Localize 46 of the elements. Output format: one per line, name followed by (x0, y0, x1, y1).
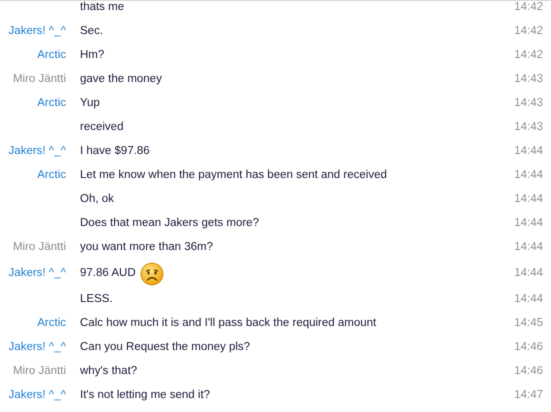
message-text: Can you Request the money pls? (80, 340, 250, 356)
message-text: Yup (80, 96, 100, 112)
sender-name: Miro Jäntti (12, 240, 66, 256)
message-text: It's not letting me send it? (80, 388, 210, 404)
message-time: 14:47 (513, 388, 543, 404)
sender-name: Jakers! ^_^ (8, 388, 66, 404)
sender-name: Miro Jäntti (12, 72, 66, 88)
message-text: Calc how much it is and I'll pass back the required amount (80, 316, 376, 332)
sender-name: Arctic (37, 168, 66, 184)
message-text: gave the money (80, 72, 162, 88)
message-text: LESS. (80, 292, 113, 308)
message-text: I have $97.86 (80, 144, 150, 160)
message-time: 14:42 (513, 24, 543, 40)
message-text: you want more than 36m? (80, 240, 213, 256)
sender-name: Jakers! ^_^ (8, 340, 66, 356)
message-time: 14:44 (513, 292, 543, 308)
message-time: 14:44 (513, 168, 543, 184)
message-text: thats me (80, 1, 124, 16)
message-text: Hm? (80, 48, 104, 64)
message-text: why's that? (80, 364, 138, 380)
sender-name: Arctic (37, 96, 66, 112)
message-time: 14:44 (513, 192, 543, 208)
message-time: 14:46 (513, 364, 543, 380)
sender-name: Arctic (37, 316, 66, 332)
sender-name: Jakers! ^_^ (8, 144, 66, 160)
message-time: 14:44 (513, 240, 543, 256)
sender-name: Arctic (37, 48, 66, 64)
message-time: 14:44 (513, 216, 543, 232)
sender-name: Jakers! ^_^ (8, 24, 66, 40)
message-text: Sec. (80, 24, 104, 40)
message-time: 14:43 (513, 96, 543, 112)
sender-name: Jakers! ^_^ (8, 266, 66, 282)
message-text: Let me know when the payment has been sent and received (80, 168, 387, 184)
message-time: 14:44 (513, 266, 543, 282)
message-time: 14:43 (513, 72, 543, 88)
message-text: received (80, 120, 124, 136)
message-text: 97.86 AUD (80, 266, 136, 282)
message-time: 14:46 (513, 340, 543, 356)
sender-name: Miro Jäntti (12, 364, 66, 380)
message-time: 14:43 (513, 120, 543, 136)
message-text: Oh, ok (80, 192, 114, 208)
message-time: 14:45 (513, 316, 543, 332)
message-text: Does that mean Jakers gets more? (80, 216, 259, 232)
message-time: 14:44 (513, 144, 543, 160)
message-time: 14:42 (513, 48, 543, 64)
message-time: 14:42 (513, 1, 543, 16)
